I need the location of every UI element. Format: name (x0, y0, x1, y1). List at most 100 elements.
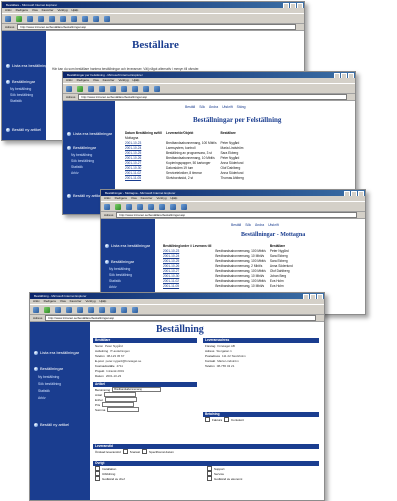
godkand-chef-checkbox[interactable] (95, 476, 100, 481)
sidebar-sub-arkiv[interactable]: Arkiv (109, 285, 117, 289)
refresh-icon[interactable] (66, 306, 72, 313)
sidebar-item-bestallningar[interactable]: Beställningar (6, 79, 35, 84)
sidebar-item-bestallningar[interactable]: Beställningar (67, 145, 96, 150)
mail-icon[interactable] (154, 85, 160, 92)
sidebar-sub-ny[interactable]: Ny beställning (10, 87, 31, 91)
menu-hjalp[interactable]: Hjälp (72, 8, 79, 12)
close-button[interactable] (348, 73, 354, 78)
sidebar-item-bestall-ny[interactable]: Beställ ny artikel (34, 422, 69, 427)
menu-visa[interactable]: Visa (32, 8, 38, 12)
address-input[interactable]: http://www.intranet.se/beställare/bestal… (116, 212, 357, 218)
faktura-checkbox[interactable] (205, 417, 210, 422)
menu-favoriter[interactable]: Favoriter (103, 78, 115, 82)
back-icon[interactable] (66, 85, 72, 92)
favorites-icon[interactable] (99, 306, 105, 313)
history-icon[interactable] (181, 203, 187, 210)
forward-icon[interactable] (44, 306, 50, 313)
search-icon[interactable] (88, 306, 94, 313)
address-input[interactable]: http://www.intranet.se/beställare/bestal… (45, 315, 316, 321)
mail-icon[interactable] (121, 306, 127, 313)
home-icon[interactable] (49, 15, 55, 22)
nav-link-stang[interactable]: Stäng (237, 105, 246, 109)
mail-icon[interactable] (93, 15, 99, 22)
refresh-icon[interactable] (99, 85, 105, 92)
menu-favoriter[interactable]: Favoriter (70, 299, 82, 303)
menu-arkiv[interactable]: Arkiv (104, 196, 111, 200)
sidebar-item-bestall-ny[interactable]: Beställ ny artikel (6, 127, 41, 132)
print-icon[interactable] (132, 306, 138, 313)
summa-input[interactable] (107, 407, 140, 412)
menu-arkiv[interactable]: Arkiv (5, 8, 12, 12)
forward-icon[interactable] (16, 15, 22, 22)
menu-redigera[interactable]: Redigera (77, 78, 89, 82)
sidebar-item-lista[interactable]: Lista era beställningar (34, 350, 79, 355)
menu-arkiv[interactable]: Arkiv (33, 299, 40, 303)
menu-verktyg[interactable]: Verktyg (157, 196, 167, 200)
menu-visa[interactable]: Visa (131, 196, 137, 200)
datum-radio[interactable] (142, 449, 148, 454)
nav-link-utskrift[interactable]: Utskrift (222, 105, 233, 109)
back-icon[interactable] (5, 15, 11, 22)
history-icon[interactable] (82, 15, 88, 22)
sidebar-sub-arkiv[interactable]: Arkiv (38, 396, 46, 400)
sidebar-sub-sok[interactable]: Sök beställning (10, 93, 33, 97)
history-icon[interactable] (143, 85, 149, 92)
nav-link-sok[interactable]: Sök (199, 105, 205, 109)
order-date-link[interactable]: 2001-11-05 (123, 175, 164, 180)
sidebar-sub-ny[interactable]: Ny beställning (38, 375, 59, 379)
search-icon[interactable] (159, 203, 165, 210)
maximize-button[interactable] (351, 191, 357, 196)
godkand-ekonomi-checkbox[interactable] (207, 476, 212, 481)
snarast-radio[interactable] (122, 449, 128, 454)
sidebar-sub-statistik[interactable]: Statistik (71, 165, 83, 169)
menu-verktyg[interactable]: Verktyg (58, 8, 68, 12)
sidebar-sub-statistik[interactable]: Statistik (10, 99, 22, 103)
minimize-button[interactable] (344, 191, 350, 196)
minimize-button[interactable] (334, 73, 340, 78)
favorites-icon[interactable] (71, 15, 77, 22)
maximize-button[interactable] (341, 73, 347, 78)
menu-redigera[interactable]: Redigera (16, 8, 28, 12)
close-button[interactable] (358, 191, 364, 196)
nav-link-sok[interactable]: Sök (245, 223, 251, 227)
maximize-button[interactable] (310, 294, 316, 299)
refresh-icon[interactable] (38, 15, 44, 22)
stop-icon[interactable] (126, 203, 132, 210)
menu-hjalp[interactable]: Hjälp (100, 299, 107, 303)
forward-icon[interactable] (77, 85, 83, 92)
nav-link-bestall[interactable]: Beställ (185, 105, 195, 109)
sidebar-sub-arkiv[interactable]: Arkiv (71, 171, 79, 175)
order-date-link[interactable]: 2001-11-05 (161, 283, 213, 288)
table-row[interactable]: 2001-11-05 Skrivbordsstol, 2 st Thomas Ahl… (123, 175, 246, 180)
home-icon[interactable] (77, 306, 83, 313)
minimize-button[interactable] (283, 3, 289, 8)
table-row[interactable]: 2001-11-05 Bredbandsabonnemang, 10 Mbit/s… (161, 283, 295, 288)
sidebar-item-lista[interactable]: Lista era beställningar (67, 131, 112, 136)
favorites-icon[interactable] (170, 203, 176, 210)
nav-link-bestall[interactable]: Beställ (231, 223, 241, 227)
favorites-icon[interactable] (132, 85, 138, 92)
print-icon[interactable] (104, 15, 110, 22)
back-icon[interactable] (104, 203, 110, 210)
sidebar-item-lista[interactable]: Lista era beställningar (105, 243, 150, 248)
stop-icon[interactable] (55, 306, 61, 313)
home-icon[interactable] (148, 203, 154, 210)
nav-link-utskrift[interactable]: Utskrift (268, 223, 279, 227)
maximize-button[interactable] (290, 3, 296, 8)
sidebar-item-bestallningar[interactable]: Beställningar (34, 366, 63, 371)
search-icon[interactable] (121, 85, 127, 92)
back-icon[interactable] (33, 306, 39, 313)
stop-icon[interactable] (88, 85, 94, 92)
menu-favoriter[interactable]: Favoriter (141, 196, 153, 200)
nav-link-andra[interactable]: Ändra (255, 223, 264, 227)
kontokort-checkbox[interactable] (224, 417, 230, 422)
address-input[interactable]: http://www.intranet.se/beställare/bestal… (78, 94, 347, 100)
sidebar-sub-ny[interactable]: Ny beställning (71, 153, 92, 157)
menu-visa[interactable]: Visa (60, 299, 66, 303)
menu-hjalp[interactable]: Hjälp (171, 196, 178, 200)
menu-verktyg[interactable]: Verktyg (119, 78, 129, 82)
minimize-button[interactable] (303, 294, 309, 299)
history-icon[interactable] (110, 306, 116, 313)
sidebar-item-bestall-ny[interactable]: Beställ ny artikel (67, 193, 102, 198)
menu-verktyg[interactable]: Verktyg (86, 299, 96, 303)
